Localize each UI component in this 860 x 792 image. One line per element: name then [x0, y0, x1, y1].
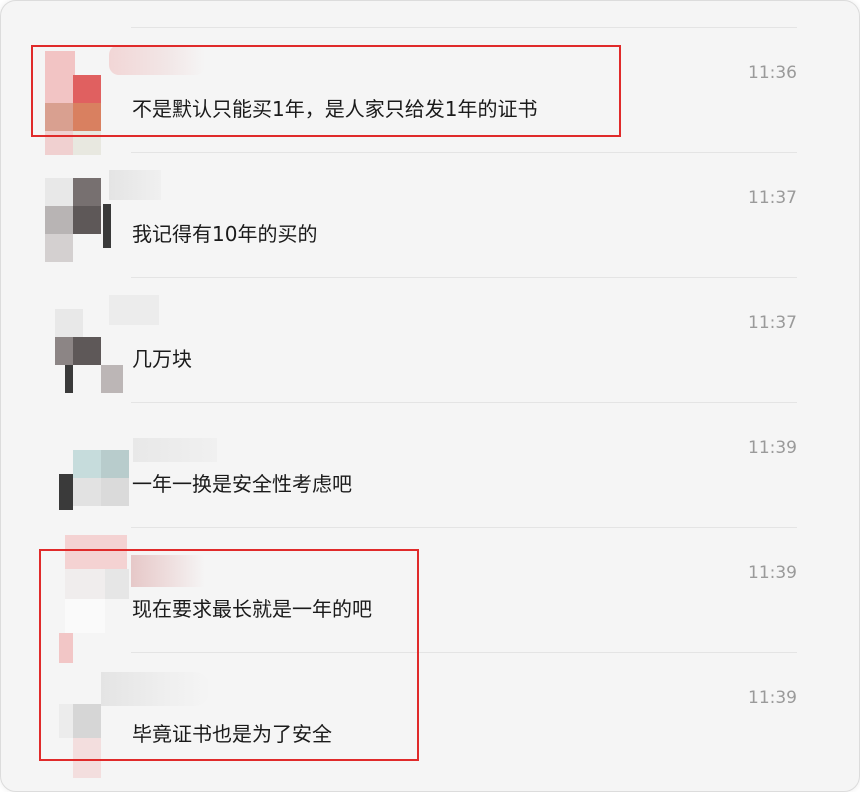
message-time: 11:37 [748, 313, 797, 333]
divider [131, 277, 797, 278]
avatar[interactable] [45, 164, 111, 266]
message-item[interactable]: 11:37 几万块 [1, 277, 859, 402]
message-item[interactable]: 11:37 我记得有10年的买的 [1, 152, 859, 277]
message-time: 11:39 [748, 688, 797, 708]
chat-panel: 11:36 不是默认只能买1年，是人家只给发1年的证书 11:37 我记得有10… [0, 0, 860, 792]
sender-name-blurred [133, 438, 217, 462]
message-time: 11:37 [748, 188, 797, 208]
message-text: 几万块 [132, 347, 192, 371]
message-item[interactable]: 11:39 一年一换是安全性考虑吧 [1, 402, 859, 527]
message-time: 11:39 [748, 563, 797, 583]
divider [131, 152, 797, 153]
message-text: 一年一换是安全性考虑吧 [132, 472, 352, 496]
divider [131, 402, 797, 403]
sender-name-blurred [109, 170, 161, 200]
message-text: 我记得有10年的买的 [132, 222, 318, 246]
avatar[interactable] [45, 289, 123, 393]
divider [131, 27, 797, 28]
message-time: 11:39 [748, 438, 797, 458]
avatar[interactable] [45, 414, 129, 516]
divider [131, 527, 797, 528]
highlight-box-last-messages [39, 549, 419, 761]
message-time: 11:36 [748, 63, 797, 83]
sender-name-blurred [109, 295, 159, 325]
highlight-box-first-message [31, 45, 621, 137]
